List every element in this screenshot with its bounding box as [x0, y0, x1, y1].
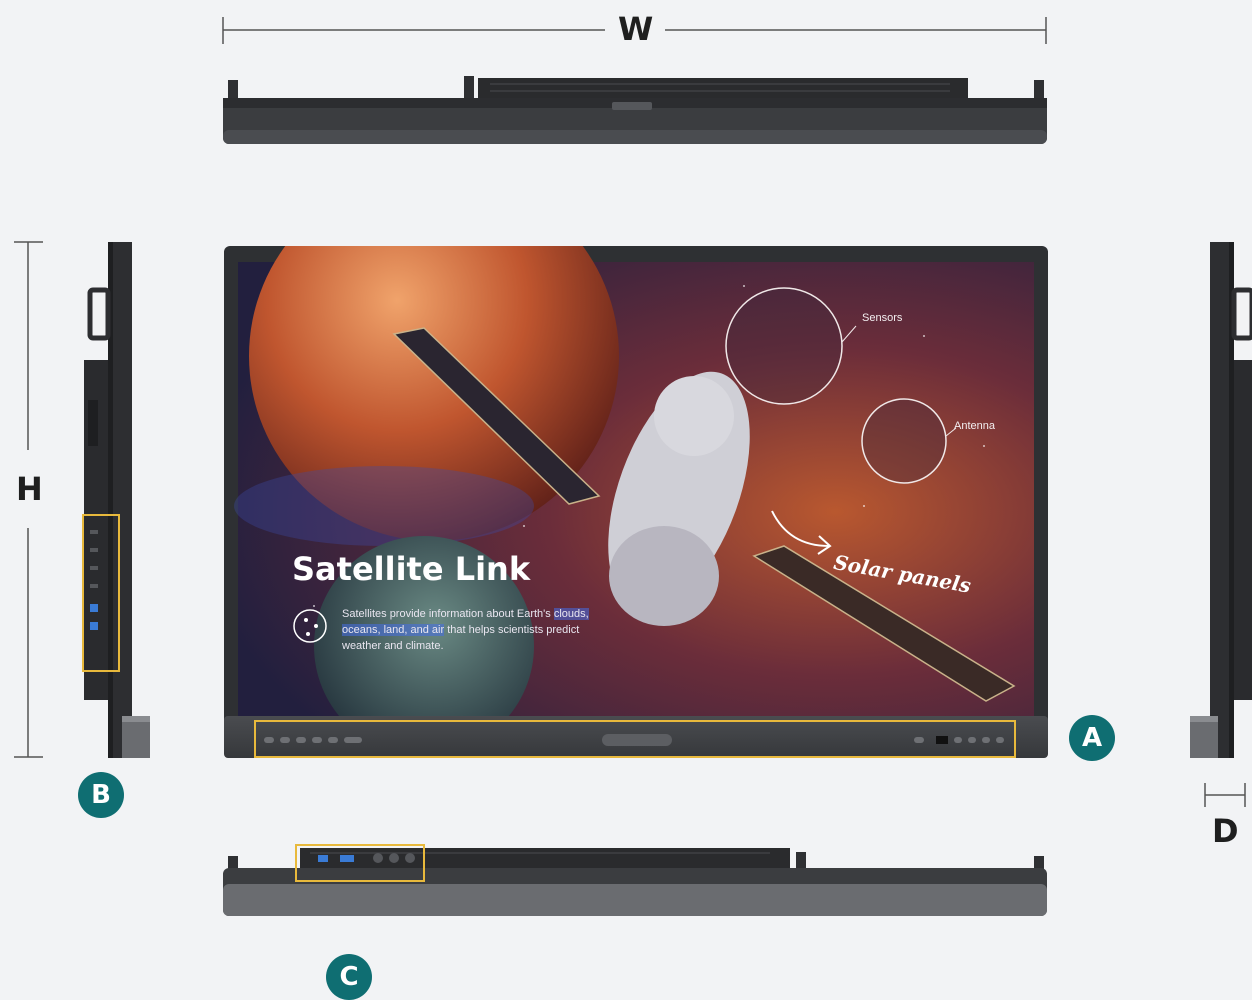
- badge-a: A: [1069, 715, 1115, 761]
- badge-b: B: [78, 772, 124, 818]
- bottom-ports-highlight: [295, 844, 425, 882]
- bottom-view-device: [223, 848, 1047, 916]
- badge-c: C: [326, 954, 372, 1000]
